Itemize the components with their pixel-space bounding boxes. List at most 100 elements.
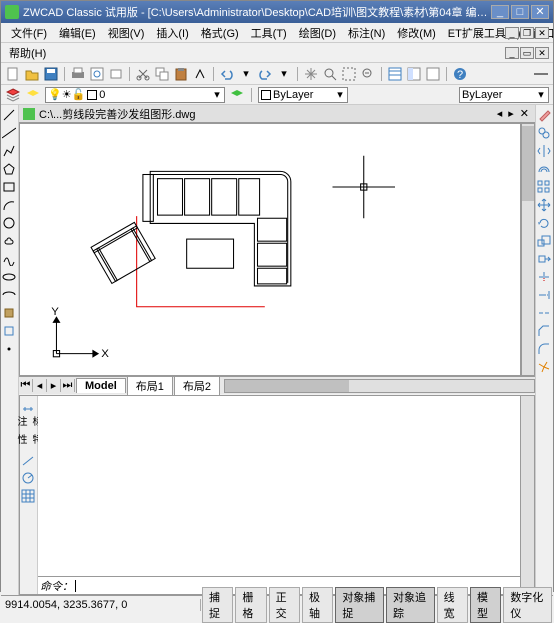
line-style-icon[interactable] bbox=[533, 66, 549, 82]
tab-close-icon[interactable]: ✕ bbox=[518, 107, 531, 120]
save-icon[interactable] bbox=[43, 66, 59, 82]
publish-icon[interactable] bbox=[108, 66, 124, 82]
line-icon[interactable] bbox=[1, 107, 17, 123]
spline-icon[interactable] bbox=[1, 251, 17, 267]
break-icon[interactable] bbox=[536, 305, 552, 321]
layer-dropdown[interactable]: 💡 ☀ 🔓 0 ▾ bbox=[45, 87, 225, 103]
mdi-minimize[interactable]: _ bbox=[505, 27, 519, 39]
insert-block-icon[interactable] bbox=[1, 305, 17, 321]
explode-icon[interactable] bbox=[536, 359, 552, 375]
design-center-icon[interactable] bbox=[406, 66, 422, 82]
layout-tab-1[interactable]: 布局1 bbox=[127, 376, 173, 395]
layout-first-icon[interactable]: ⏮ bbox=[19, 379, 33, 392]
menu-dimension[interactable]: 标注(N) bbox=[342, 23, 391, 43]
cut-icon[interactable] bbox=[135, 66, 151, 82]
open-icon[interactable] bbox=[24, 66, 40, 82]
zoom-win-icon[interactable] bbox=[341, 66, 357, 82]
match-icon[interactable] bbox=[192, 66, 208, 82]
offset-icon[interactable] bbox=[536, 161, 552, 177]
rotate-icon[interactable] bbox=[536, 215, 552, 231]
command-history[interactable] bbox=[38, 396, 520, 576]
coordinate-display[interactable]: 9914.0054, 3235.3677, 0 bbox=[1, 599, 201, 611]
menu-modify[interactable]: 修改(M) bbox=[391, 23, 442, 43]
preview-icon[interactable] bbox=[89, 66, 105, 82]
ellipse-icon[interactable] bbox=[1, 269, 17, 285]
arc-icon[interactable] bbox=[1, 197, 17, 213]
maximize-button[interactable]: □ bbox=[511, 5, 529, 19]
extend-icon[interactable] bbox=[536, 287, 552, 303]
dim-radius-icon[interactable] bbox=[20, 470, 36, 486]
erase-icon[interactable] bbox=[536, 107, 552, 123]
polygon-icon[interactable] bbox=[1, 161, 17, 177]
color-dropdown[interactable]: ByLayer ▾ bbox=[258, 87, 348, 103]
tab-next-icon[interactable]: ▸ bbox=[506, 107, 516, 120]
array-icon[interactable] bbox=[536, 179, 552, 195]
cmd-scrollbar[interactable] bbox=[520, 396, 534, 594]
help-icon[interactable]: ? bbox=[452, 66, 468, 82]
redo-dd-icon[interactable]: ▾ bbox=[276, 66, 292, 82]
layer-prev-icon[interactable] bbox=[229, 87, 245, 103]
menu-draw[interactable]: 绘图(D) bbox=[293, 23, 342, 43]
copy-icon[interactable] bbox=[154, 66, 170, 82]
copy-obj-icon[interactable] bbox=[536, 125, 552, 141]
menu-insert[interactable]: 插入(I) bbox=[150, 23, 194, 43]
axis-x-label: X bbox=[101, 348, 109, 360]
pan-icon[interactable] bbox=[303, 66, 319, 82]
layer-manager-icon[interactable] bbox=[5, 87, 21, 103]
mirror-icon[interactable] bbox=[536, 143, 552, 159]
revcloud-icon[interactable] bbox=[1, 233, 17, 249]
dim-linear-icon[interactable] bbox=[20, 398, 36, 414]
layout-next-icon[interactable]: ▸ bbox=[47, 379, 61, 392]
menu-help[interactable]: 帮助(H) bbox=[3, 43, 52, 63]
ellipse-arc-icon[interactable] bbox=[1, 287, 17, 303]
point-icon[interactable] bbox=[1, 341, 17, 357]
close-button[interactable]: ✕ bbox=[531, 5, 549, 19]
linetype-dropdown[interactable]: ByLayer ▾ bbox=[459, 87, 549, 103]
print-icon[interactable] bbox=[70, 66, 86, 82]
mdi-minimize-2[interactable]: _ bbox=[505, 47, 519, 59]
drawing-canvas[interactable]: X Y bbox=[19, 123, 521, 376]
polyline-icon[interactable] bbox=[1, 143, 17, 159]
minimize-button[interactable]: _ bbox=[491, 5, 509, 19]
lock-icon: 🔓 bbox=[72, 88, 86, 101]
menu-view[interactable]: 视图(V) bbox=[102, 23, 151, 43]
horizontal-scrollbar[interactable] bbox=[224, 379, 535, 393]
properties-icon[interactable] bbox=[387, 66, 403, 82]
table-icon[interactable] bbox=[20, 488, 36, 504]
make-block-icon[interactable] bbox=[1, 323, 17, 339]
menu-tools[interactable]: 工具(T) bbox=[245, 23, 293, 43]
undo-dd-icon[interactable]: ▾ bbox=[238, 66, 254, 82]
mdi-restore-2[interactable]: ▭ bbox=[520, 47, 534, 59]
dim-aligned-icon[interactable] bbox=[20, 452, 36, 468]
layout-last-icon[interactable]: ⏭ bbox=[61, 379, 75, 392]
mdi-close-2[interactable]: ✕ bbox=[535, 47, 549, 59]
paste-icon[interactable] bbox=[173, 66, 189, 82]
mdi-restore[interactable]: ❐ bbox=[520, 27, 534, 39]
tab-prev-icon[interactable]: ◂ bbox=[495, 107, 505, 120]
menu-file[interactable]: 文件(F) bbox=[5, 23, 53, 43]
rectangle-icon[interactable] bbox=[1, 179, 17, 195]
document-tab-title[interactable]: C:\...剪线段完善沙发组图形.dwg bbox=[39, 106, 195, 122]
zoom-rt-icon[interactable] bbox=[322, 66, 338, 82]
xline-icon[interactable] bbox=[1, 125, 17, 141]
layout-prev-icon[interactable]: ◂ bbox=[33, 379, 47, 392]
layout-tab-model[interactable]: Model bbox=[76, 378, 126, 393]
scale-icon[interactable] bbox=[536, 233, 552, 249]
trim-icon[interactable] bbox=[536, 269, 552, 285]
circle-icon[interactable] bbox=[1, 215, 17, 231]
undo-icon[interactable] bbox=[219, 66, 235, 82]
vertical-scrollbar[interactable] bbox=[521, 123, 535, 376]
tool-palette-icon[interactable] bbox=[425, 66, 441, 82]
zoom-prev-icon[interactable] bbox=[360, 66, 376, 82]
move-icon[interactable] bbox=[536, 197, 552, 213]
redo-icon[interactable] bbox=[257, 66, 273, 82]
menu-format[interactable]: 格式(G) bbox=[195, 23, 245, 43]
menu-edit[interactable]: 编辑(E) bbox=[53, 23, 102, 43]
fillet-icon[interactable] bbox=[536, 341, 552, 357]
mdi-close[interactable]: ✕ bbox=[535, 27, 549, 39]
new-icon[interactable] bbox=[5, 66, 21, 82]
layout-tab-2[interactable]: 布局2 bbox=[174, 376, 220, 395]
layer-states-icon[interactable] bbox=[25, 87, 41, 103]
stretch-icon[interactable] bbox=[536, 251, 552, 267]
chamfer-icon[interactable] bbox=[536, 323, 552, 339]
